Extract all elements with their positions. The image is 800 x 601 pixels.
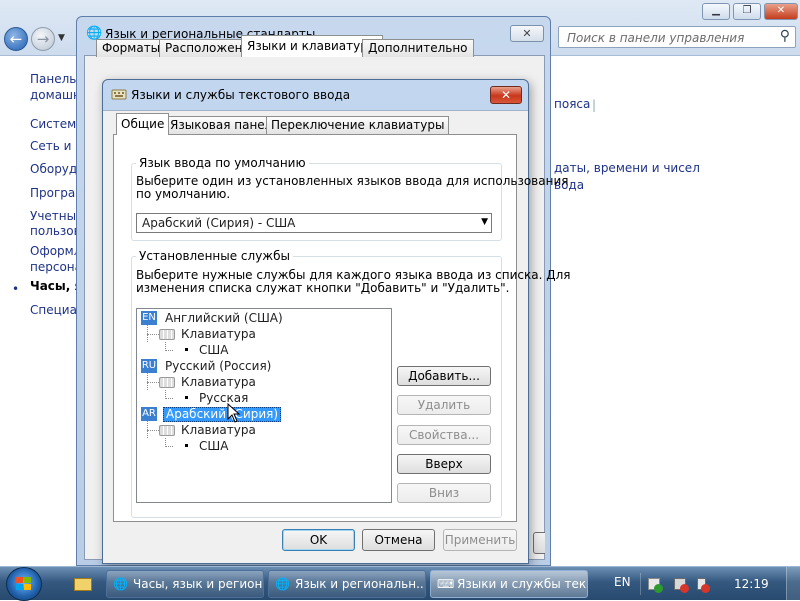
language-badge: AR <box>141 407 157 421</box>
taskbar-item-control-panel[interactable]: 🌐 Часы, язык и регион <box>106 570 264 598</box>
language-badge: EN <box>141 311 157 325</box>
history-dropdown-icon[interactable]: ▼ <box>58 33 65 43</box>
show-desktop-button[interactable] <box>786 567 800 601</box>
installed-services-tree[interactable]: EN Английский (США) Клавиатура США RU Ру… <box>136 308 392 503</box>
text-services-dialog: Языки и службы текстового ввода ✕ Общие … <box>102 79 571 564</box>
language-name: Русский (Россия) <box>165 359 272 373</box>
mouse-cursor-icon <box>227 403 241 423</box>
layout-name: США <box>199 439 229 453</box>
search-placeholder: Поиск в панели управления <box>567 31 745 45</box>
group-title: Установленные службы <box>136 249 293 263</box>
keyboard-label: Клавиатура <box>181 423 256 437</box>
current-item-bullet: • <box>12 282 20 296</box>
error-status-badge-icon <box>680 584 689 593</box>
link-time-zone[interactable]: пояса <box>554 97 590 111</box>
tree-connector <box>147 382 159 383</box>
tab-advanced[interactable]: Дополнительно <box>362 39 474 57</box>
ok-button[interactable]: OK <box>282 529 355 551</box>
language-badge: RU <box>141 359 157 373</box>
taskbar-item-text-services[interactable]: ⌨ Языки и службы тек... <box>430 570 588 598</box>
group-description-line2: изменения списка служат кнопки "Добавить… <box>136 281 510 295</box>
tray-separator <box>640 573 641 595</box>
add-button[interactable]: Добавить... <box>397 366 491 386</box>
tree-item-layout[interactable]: Русская <box>173 391 353 406</box>
tab-formats[interactable]: Форматы <box>96 39 167 57</box>
error-status-badge-icon <box>701 584 710 593</box>
tree-item-language[interactable]: RU Русский (Россия) <box>141 359 381 374</box>
tree-item-layout[interactable]: США <box>173 343 353 358</box>
move-up-button[interactable]: Вверх <box>397 454 491 474</box>
globe-icon: 🌐 <box>275 577 290 591</box>
explorer-pinned-button[interactable] <box>66 571 100 597</box>
tree-connector <box>147 430 159 431</box>
tree-item-keyboard[interactable]: Клавиатура <box>159 423 359 438</box>
search-input[interactable]: Поиск в панели управления ⚲ <box>558 26 796 48</box>
bullet-icon <box>185 348 188 351</box>
forward-arrow-icon: → <box>36 30 50 48</box>
installed-services-group: Установленные службы Выберите нужные слу… <box>131 249 571 518</box>
link-separator: | <box>592 98 597 112</box>
keyboard-icon <box>111 89 127 100</box>
minimize-button[interactable]: ▁ <box>702 3 730 20</box>
bullet-icon <box>185 396 188 399</box>
folder-icon <box>74 578 92 591</box>
forward-button[interactable]: → <box>31 27 55 51</box>
close-button[interactable]: ✕ <box>490 86 522 104</box>
taskbar-item-regional-settings[interactable]: 🌐 Язык и региональн... <box>268 570 426 598</box>
tree-item-keyboard[interactable]: Клавиатура <box>159 327 359 342</box>
tab-general[interactable]: Общие <box>116 113 170 135</box>
windows-logo-icon <box>16 577 33 592</box>
language-name: Английский (США) <box>165 311 283 325</box>
tree-connector <box>165 398 173 399</box>
keyboard-icon <box>159 329 175 340</box>
dialog-client-area: Общие Языковая панель Переключение клави… <box>103 110 571 563</box>
dropdown-arrow-icon[interactable]: ▼ <box>481 217 488 227</box>
close-button[interactable]: ✕ <box>510 25 544 42</box>
tree-connector <box>165 446 173 447</box>
taskbar: 🌐 Часы, язык и регион 🌐 Язык и региональ… <box>0 566 800 601</box>
move-down-button[interactable]: Вниз <box>397 483 491 503</box>
search-icon[interactable]: ⚲ <box>780 28 790 44</box>
cancel-button[interactable]: Отмена <box>362 529 435 551</box>
taskbar-item-label: Языки и службы тек... <box>457 577 588 591</box>
ok-status-badge-icon <box>654 584 663 593</box>
properties-button[interactable]: Свойства... <box>397 425 491 445</box>
back-button[interactable]: ← <box>4 27 28 51</box>
link-date-time-number-format[interactable]: даты, времени и чисел <box>554 161 700 175</box>
default-input-language-group: Язык ввода по умолчанию Выберите один из… <box>131 156 568 241</box>
tree-item-language[interactable]: EN Английский (США) <box>141 311 381 326</box>
bullet-icon <box>185 444 188 447</box>
keyboard-label: Клавиатура <box>181 327 256 341</box>
tree-item-language-selected[interactable]: AR Арабский (Сирия) <box>141 407 381 422</box>
keyboard-label: Клавиатура <box>181 375 256 389</box>
taskbar-item-label: Язык и региональн... <box>295 577 426 591</box>
select-value: Арабский (Сирия) - США <box>142 216 296 230</box>
input-language-indicator[interactable]: EN <box>614 575 631 589</box>
default-language-select[interactable]: Арабский (Сирия) - США ▼ <box>136 213 492 233</box>
tree-connector <box>147 334 159 335</box>
start-button[interactable] <box>6 567 42 601</box>
back-arrow-icon: ← <box>9 30 23 48</box>
keyboard-icon <box>159 425 175 436</box>
language-name: Арабский (Сирия) <box>163 407 282 422</box>
tab-keyboard-switching[interactable]: Переключение клавиатуры <box>266 116 450 134</box>
taskbar-item-label: Часы, язык и регион <box>133 577 263 591</box>
keyboard-icon: ⌨ <box>437 577 455 591</box>
tree-item-keyboard[interactable]: Клавиатура <box>159 375 359 390</box>
dialog-title: Языки и службы текстового ввода <box>131 88 351 102</box>
partially-hidden-button[interactable] <box>533 532 545 554</box>
apply-button[interactable]: Применить <box>443 529 517 551</box>
control-panel-icon: 🌐 <box>113 577 128 591</box>
close-button[interactable]: ✕ <box>764 3 798 20</box>
group-description-line2: по умолчанию. <box>136 187 231 201</box>
remove-button[interactable]: Удалить <box>397 395 491 415</box>
general-tab-panel: Язык ввода по умолчанию Выберите один из… <box>113 134 571 522</box>
layout-name: США <box>199 343 229 357</box>
clock[interactable]: 12:19 <box>734 577 769 591</box>
tree-connector <box>165 350 173 351</box>
maximize-button[interactable]: ❐ <box>733 3 761 20</box>
keyboard-icon <box>159 377 175 388</box>
group-title: Язык ввода по умолчанию <box>136 156 309 170</box>
tree-item-layout[interactable]: США <box>173 439 353 454</box>
